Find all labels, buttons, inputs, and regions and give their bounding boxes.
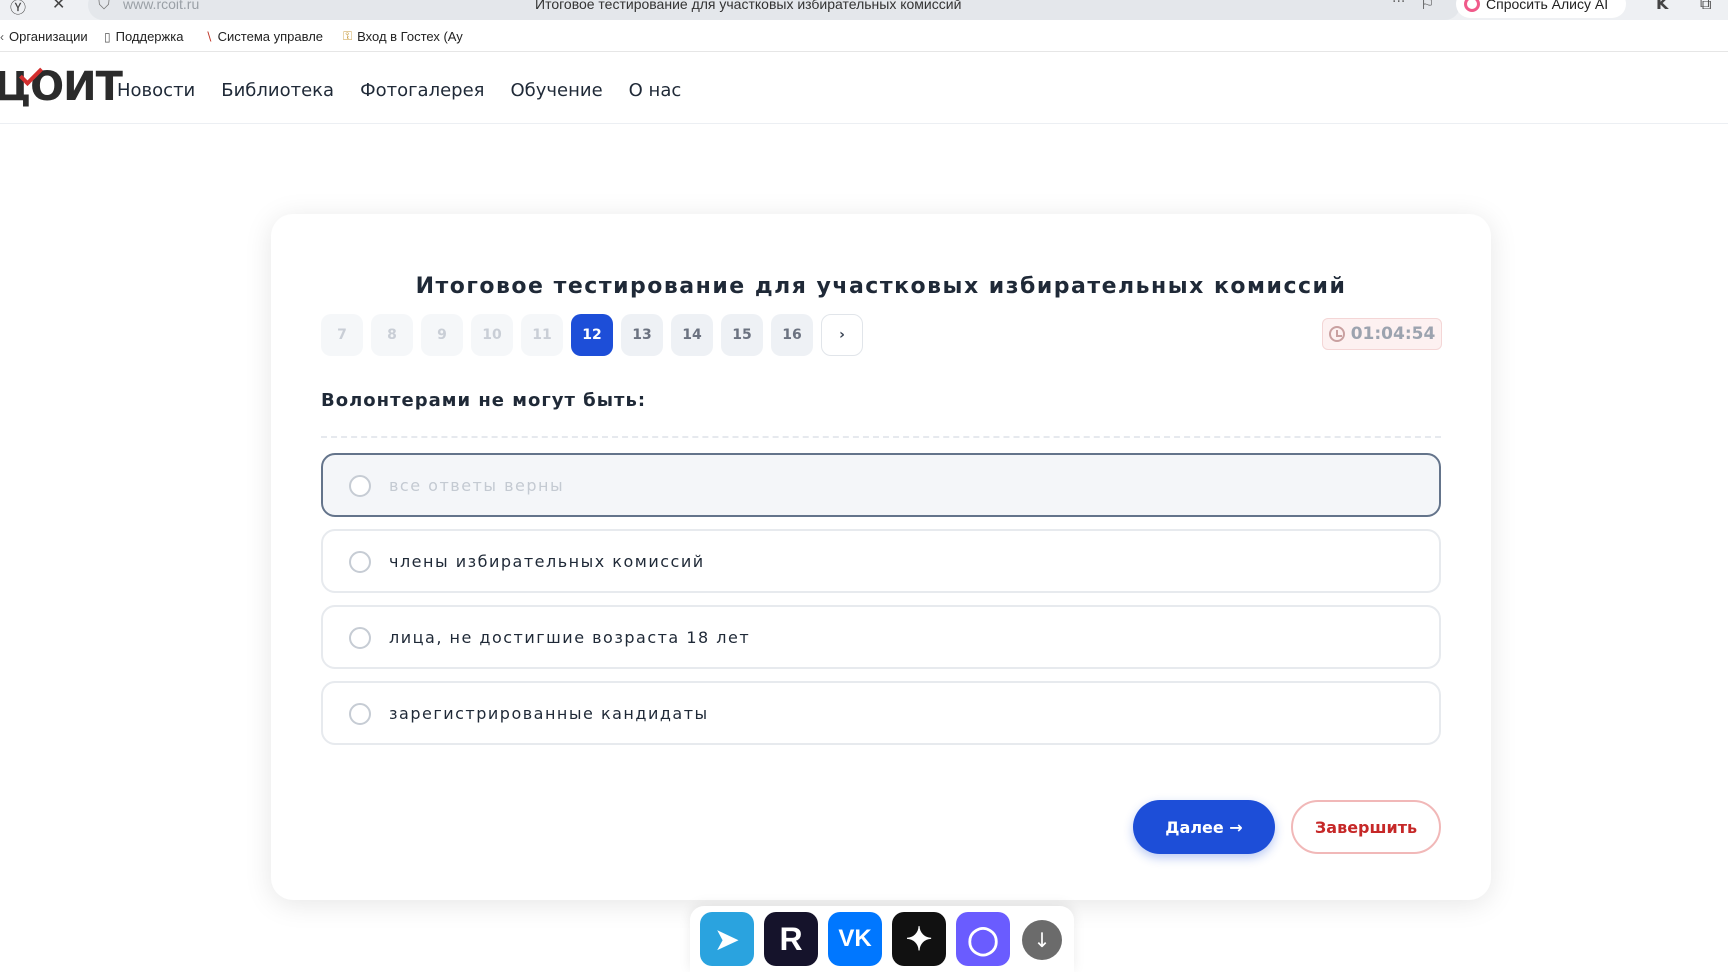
radio-button[interactable] bbox=[349, 475, 371, 497]
page-button[interactable]: 7 bbox=[321, 314, 363, 356]
max-messenger-icon[interactable]: ◯ bbox=[956, 912, 1010, 966]
nav-about[interactable]: О нас bbox=[629, 80, 682, 101]
option-label: члены избирательных комиссий bbox=[389, 552, 705, 571]
page-icon: ▯ bbox=[104, 29, 111, 44]
answer-option[interactable]: все ответы верны bbox=[321, 453, 1441, 517]
answer-option[interactable]: зарегистрированные кандидаты bbox=[321, 681, 1441, 745]
radio-button[interactable] bbox=[349, 703, 371, 725]
bookmark-label: Вход в Гостех (Ау bbox=[357, 29, 463, 44]
bookmarks-bar: ‹ Организации ▯ Поддержка ∖ Система управле… bbox=[0, 20, 1728, 52]
bookmark-label: Организации bbox=[9, 29, 88, 44]
page-button[interactable]: 13 bbox=[621, 314, 663, 356]
tab-title: Итоговое тестирование для участковых изб… bbox=[535, 0, 962, 12]
alice-label: Спросить Алису AI bbox=[1486, 0, 1609, 12]
k-extension-icon[interactable]: K bbox=[1656, 0, 1668, 13]
bookmark-label: Поддержка bbox=[115, 29, 184, 44]
site-header: ЦОИТ Новости Библиотека Фотогалерея Обуч… bbox=[0, 52, 1728, 124]
quiz-title: Итоговое тестирование для участковых изб… bbox=[415, 274, 1347, 299]
page-button[interactable]: 11 bbox=[521, 314, 563, 356]
page-button[interactable]: 16 bbox=[771, 314, 813, 356]
telegram-icon[interactable]: ➤ bbox=[700, 912, 754, 966]
star-app-icon[interactable]: ✦ bbox=[892, 912, 946, 966]
main-nav: Новости Библиотека Фотогалерея Обучение … bbox=[117, 80, 681, 101]
page-button[interactable]: 8 bbox=[371, 314, 413, 356]
quiz-card: Итоговое тестирование для участковых изб… bbox=[271, 214, 1491, 900]
next-button[interactable]: Далее → bbox=[1133, 800, 1275, 854]
browser-toolbar: Ⓨ ✕ ⛉ www.rcoit.ru Итоговое тестирование… bbox=[0, 0, 1728, 20]
page-button[interactable]: 10 bbox=[471, 314, 513, 356]
app-dock: ➤ R VK ✦ ◯ ↓ bbox=[690, 906, 1074, 972]
nav-gallery[interactable]: Фотогалерея bbox=[360, 80, 484, 101]
nav-news[interactable]: Новости bbox=[117, 80, 195, 101]
radio-button[interactable] bbox=[349, 627, 371, 649]
alice-button[interactable]: Спросить Алису AI bbox=[1456, 0, 1626, 18]
tricolor-icon: ∖ bbox=[205, 29, 213, 44]
nav-training[interactable]: Обучение bbox=[510, 80, 602, 101]
clock-icon bbox=[1328, 326, 1345, 342]
finish-button[interactable]: Завершить bbox=[1291, 800, 1441, 854]
alice-icon bbox=[1464, 0, 1480, 12]
extensions-icon[interactable]: ⧉ bbox=[1700, 0, 1711, 14]
question-pager: 7 8 9 10 11 12 13 14 15 16 › bbox=[321, 314, 863, 356]
radio-button[interactable] bbox=[349, 551, 371, 573]
answer-option[interactable]: члены избирательных комиссий bbox=[321, 529, 1441, 593]
option-label: лица, не достигшие возраста 18 лет bbox=[389, 628, 751, 647]
page-button[interactable]: 15 bbox=[721, 314, 763, 356]
gostech-icon: ⚿ bbox=[343, 29, 353, 43]
folder-icon: ‹ bbox=[0, 29, 4, 44]
site-logo[interactable]: ЦОИТ bbox=[0, 64, 123, 110]
close-tab-icon[interactable]: ✕ bbox=[52, 0, 65, 13]
bookmark-icon[interactable]: ⚐ bbox=[1420, 0, 1434, 13]
bookmark-organizations[interactable]: ‹ Организации bbox=[0, 29, 88, 44]
shield-icon[interactable]: ⛉ bbox=[98, 0, 110, 14]
bookmark-gostech[interactable]: ⚿ Вход в Гостех (Ау bbox=[343, 29, 463, 44]
bookmark-label: Система управле bbox=[217, 29, 324, 44]
vk-icon[interactable]: VK bbox=[828, 912, 882, 966]
next-page-arrow[interactable]: › bbox=[821, 314, 863, 356]
timer-value: 01:04:54 bbox=[1350, 324, 1436, 344]
option-label: зарегистрированные кандидаты bbox=[389, 704, 709, 723]
countdown-timer: 01:04:54 bbox=[1322, 318, 1442, 350]
nav-library[interactable]: Библиотека bbox=[221, 80, 334, 101]
option-label: все ответы верны bbox=[389, 476, 565, 495]
page-button-current[interactable]: 12 bbox=[571, 314, 613, 356]
rutube-icon[interactable]: R bbox=[764, 912, 818, 966]
page-button[interactable]: 14 bbox=[671, 314, 713, 356]
answer-option[interactable]: лица, не достигшие возраста 18 лет bbox=[321, 605, 1441, 669]
question-text: Волонтерами не могут быть: bbox=[321, 390, 647, 411]
yandex-icon[interactable]: Ⓨ bbox=[10, 0, 26, 18]
bookmark-support[interactable]: ▯ Поддержка bbox=[104, 29, 183, 44]
logo-text: ЦОИТ bbox=[0, 64, 123, 110]
bookmark-system[interactable]: ∖ Система управле bbox=[205, 29, 323, 44]
page-button[interactable]: 9 bbox=[421, 314, 463, 356]
divider bbox=[321, 436, 1441, 438]
more-icon[interactable]: ··· bbox=[1392, 0, 1405, 10]
url-text[interactable]: www.rcoit.ru bbox=[123, 0, 199, 12]
download-icon[interactable]: ↓ bbox=[1022, 920, 1062, 960]
